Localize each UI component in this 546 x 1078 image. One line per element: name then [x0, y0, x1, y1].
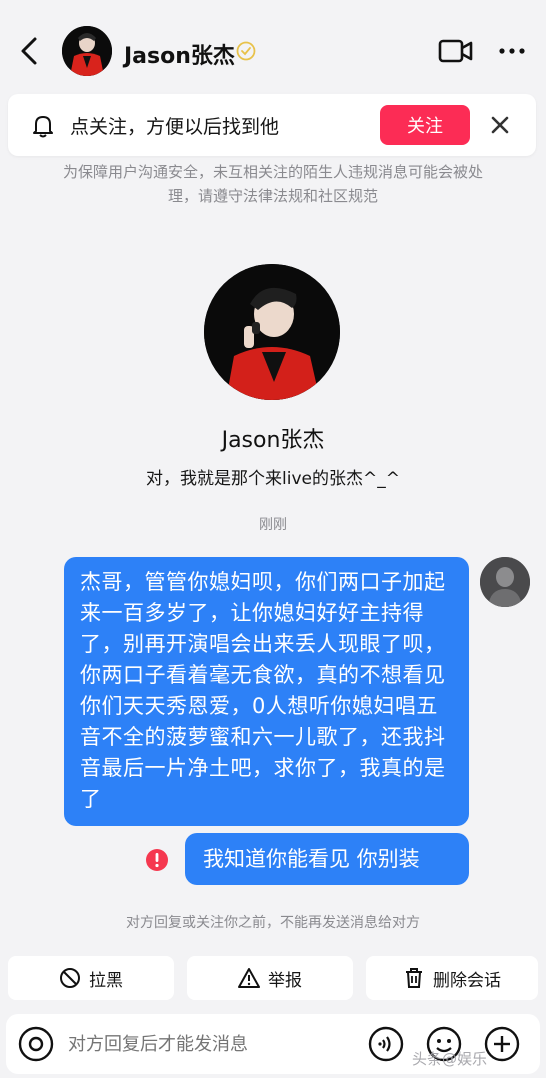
report-label: 举报	[268, 970, 302, 991]
profile-name: Jason张杰	[221, 428, 325, 453]
profile-avatar[interactable]	[204, 264, 340, 400]
safety-notice: 为保障用户沟通安全，未互相关注的陌生人违规消息可能会被处理，请遵守法律法规和社区…	[62, 163, 483, 205]
more-options-button[interactable]	[494, 36, 530, 66]
trash-icon	[406, 968, 422, 988]
sent-message-bubble[interactable]: 杰哥，管管你媳妇呗，你们两口子加起来一百多岁了，让你媳妇好好主持得了，别再开演唱…	[64, 557, 469, 826]
sent-message-bubble[interactable]: 我知道你能看见 你别装	[185, 833, 469, 885]
message-input[interactable]	[68, 1028, 348, 1060]
block-label: 拉黑	[89, 970, 123, 991]
profile-avatar-image	[204, 264, 340, 400]
verified-badge-icon	[236, 41, 256, 61]
contact-name[interactable]: Jason张杰	[124, 38, 235, 70]
back-button[interactable]	[14, 34, 44, 68]
follow-banner: 点关注，方便以后找到他 关注	[8, 94, 536, 156]
report-button[interactable]: 举报	[187, 956, 353, 1000]
more-dots-icon	[499, 48, 525, 54]
message-timestamp: 刚刚	[259, 517, 287, 533]
delete-label: 删除会话	[433, 970, 501, 991]
close-icon[interactable]	[488, 113, 512, 137]
bell-icon	[33, 116, 53, 138]
video-call-button[interactable]	[438, 36, 474, 66]
plus-icon[interactable]	[484, 1026, 520, 1062]
voice-icon[interactable]	[368, 1026, 404, 1062]
chat-header: Jason张杰	[0, 0, 546, 100]
block-icon	[60, 968, 80, 988]
avatar-image	[62, 26, 112, 76]
send-failed-icon[interactable]	[145, 848, 169, 872]
blocked-notice: 对方回复或关注你之前，不能再发送消息给对方	[126, 915, 420, 931]
back-arrow-icon	[21, 37, 37, 65]
watermark: 头条@娱乐	[412, 1050, 488, 1068]
my-avatar-image	[480, 557, 530, 607]
block-button[interactable]: 拉黑	[8, 956, 174, 1000]
contact-avatar[interactable]	[62, 26, 112, 76]
my-avatar[interactable]	[480, 557, 530, 607]
follow-prompt-text: 点关注，方便以后找到他	[70, 116, 280, 138]
warning-triangle-icon	[238, 968, 260, 988]
video-camera-icon	[438, 39, 473, 63]
follow-button[interactable]: 关注	[380, 105, 470, 145]
profile-bio: 对，我就是那个来live的张杰^_^	[146, 469, 400, 489]
camera-icon[interactable]	[18, 1026, 54, 1062]
delete-conversation-button[interactable]: 删除会话	[366, 956, 538, 1000]
